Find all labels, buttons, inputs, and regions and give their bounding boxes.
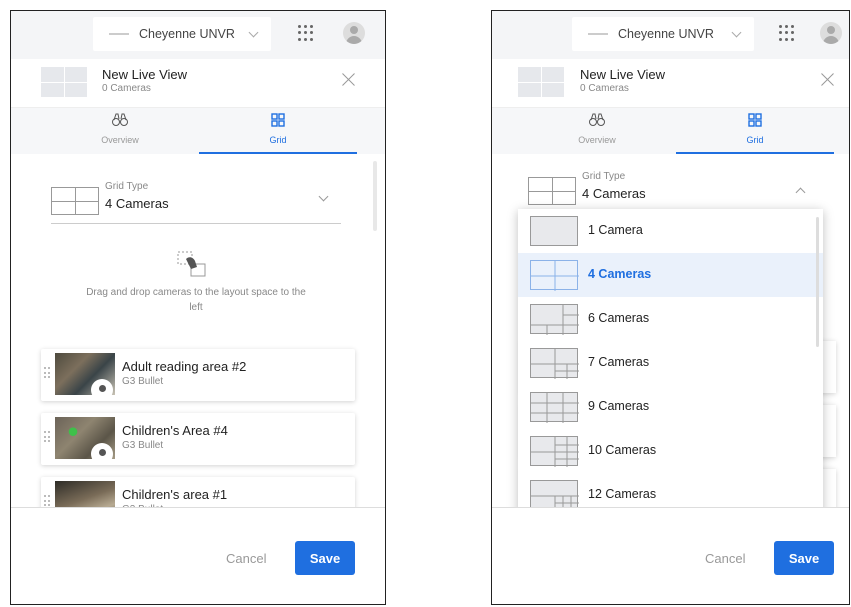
grid-option-label: 10 Cameras — [588, 443, 657, 457]
grid-option-label: 9 Cameras — [588, 399, 650, 413]
console-name: Cheyenne UNVR — [618, 27, 714, 41]
apps-grid-icon[interactable] — [296, 23, 316, 43]
grid-type-thumbnail — [528, 177, 576, 205]
drag-drop-hint: Drag and drop cameras to the layout spac… — [86, 287, 306, 313]
grid-type-select[interactable]: Grid Type 4 Cameras — [51, 179, 341, 224]
user-avatar[interactable] — [343, 22, 365, 44]
camera-name: Children's area #1 — [122, 487, 228, 502]
tab-grid[interactable]: Grid — [676, 108, 834, 154]
chevron-up-icon — [795, 187, 806, 198]
dialog-footer: Cancel Save — [492, 507, 849, 604]
grid-option-9-cameras[interactable]: 9 Cameras — [518, 385, 823, 429]
close-icon[interactable] — [821, 72, 835, 86]
live-view-camera-count: 0 Cameras — [580, 83, 629, 94]
live-view-thumbnail — [518, 67, 564, 97]
grid-option-4-cameras[interactable]: 4 Cameras — [518, 253, 823, 297]
chevron-down-icon — [318, 191, 329, 202]
live-view-title: New Live View — [102, 67, 188, 82]
tab-grid-label: Grid — [746, 135, 764, 145]
console-name: Cheyenne UNVR — [139, 27, 235, 41]
save-button[interactable]: Save — [774, 541, 834, 575]
live-view-header: New Live View 0 Cameras — [492, 59, 849, 111]
camera-model: G3 Bullet — [122, 376, 164, 387]
drag-handle-icon[interactable] — [44, 431, 50, 443]
close-icon[interactable] — [342, 72, 356, 86]
save-button[interactable]: Save — [295, 541, 355, 575]
dropdown-scrollbar[interactable] — [816, 217, 819, 347]
drag-handle-icon[interactable] — [44, 367, 50, 379]
live-view-editor-grid-dropdown-open: Cheyenne UNVR New Live View 0 Cameras Ov… — [491, 10, 850, 605]
chevron-down-icon — [731, 27, 742, 37]
chevron-down-icon — [248, 27, 259, 37]
camera-name: Children's Area #4 — [122, 423, 228, 438]
grid-layout-icon — [748, 113, 762, 127]
grid-option-label: 1 Camera — [588, 223, 643, 237]
grid-type-label: Grid Type — [105, 181, 149, 192]
live-view-header: New Live View 0 Cameras — [11, 59, 385, 111]
grid-layout-icon — [271, 113, 285, 127]
grid-type-select[interactable]: Grid Type 4 Cameras — [528, 169, 818, 214]
live-view-camera-count: 0 Cameras — [102, 83, 151, 94]
camera-bullet-icon — [91, 379, 113, 395]
grid-1-layout-icon — [530, 216, 578, 246]
tab-grid[interactable]: Grid — [199, 108, 357, 154]
console-selector[interactable]: Cheyenne UNVR — [572, 17, 754, 51]
camera-card[interactable]: Children's Area #4 G3 Bullet — [41, 413, 355, 465]
console-device-icon — [588, 33, 608, 35]
cancel-button[interactable]: Cancel — [226, 551, 266, 566]
cancel-button[interactable]: Cancel — [705, 551, 745, 566]
tab-overview[interactable]: Overview — [41, 108, 199, 154]
camera-name: Adult reading area #2 — [122, 359, 247, 374]
binoculars-icon — [112, 113, 128, 126]
camera-thumbnail — [55, 353, 115, 395]
grid-option-7-cameras[interactable]: 7 Cameras — [518, 341, 823, 385]
dialog-footer: Cancel Save — [11, 507, 385, 604]
live-view-editor-grid-tab: Cheyenne UNVR New Live View 0 Cameras Ov… — [10, 10, 386, 605]
grid-12-layout-icon — [530, 480, 579, 511]
grid-option-1-camera[interactable]: 1 Camera — [518, 209, 823, 253]
live-view-thumbnail — [41, 67, 87, 97]
user-avatar[interactable] — [820, 22, 842, 44]
camera-card[interactable]: Adult reading area #2 G3 Bullet — [41, 349, 355, 401]
tab-overview-label: Overview — [101, 135, 139, 145]
grid-6-layout-icon — [530, 304, 579, 335]
console-device-icon — [109, 33, 129, 35]
camera-bullet-icon — [91, 443, 113, 459]
grid-type-thumbnail — [51, 187, 99, 215]
grid-option-6-cameras[interactable]: 6 Cameras — [518, 297, 823, 341]
grid-option-10-cameras[interactable]: 10 Cameras — [518, 429, 823, 473]
grid-option-label: 6 Cameras — [588, 311, 650, 325]
grid-type-value: 4 Cameras — [582, 186, 646, 201]
scrollbar[interactable] — [373, 161, 377, 231]
grid-10-layout-icon — [530, 436, 579, 467]
top-bar: Cheyenne UNVR — [11, 11, 385, 59]
grid-option-label: 12 Cameras — [588, 487, 657, 501]
drag-handle-icon[interactable] — [44, 495, 50, 507]
editor-tabs: Overview Grid — [492, 107, 849, 154]
drag-drop-icon — [177, 251, 206, 277]
grid-7-layout-icon — [530, 348, 579, 379]
console-selector[interactable]: Cheyenne UNVR — [93, 17, 271, 51]
grid-type-label: Grid Type — [582, 171, 626, 182]
grid-type-value: 4 Cameras — [105, 196, 169, 211]
grid-option-label: 7 Cameras — [588, 355, 650, 369]
binoculars-icon — [589, 113, 605, 126]
apps-grid-icon[interactable] — [777, 23, 797, 43]
grid-9-layout-icon — [530, 392, 579, 423]
grid-4-layout-icon — [530, 260, 579, 291]
tab-overview[interactable]: Overview — [518, 108, 676, 154]
grid-option-label: 4 Cameras — [588, 267, 652, 281]
tab-overview-label: Overview — [578, 135, 616, 145]
grid-type-dropdown-menu: 1 Camera 4 Cameras 6 Cameras 7 Cameras 9… — [518, 209, 823, 521]
top-bar: Cheyenne UNVR — [492, 11, 849, 59]
tab-grid-label: Grid — [269, 135, 287, 145]
camera-thumbnail — [55, 417, 115, 459]
live-view-title: New Live View — [580, 67, 666, 82]
camera-model: G3 Bullet — [122, 440, 164, 451]
editor-tabs: Overview Grid — [11, 107, 385, 154]
